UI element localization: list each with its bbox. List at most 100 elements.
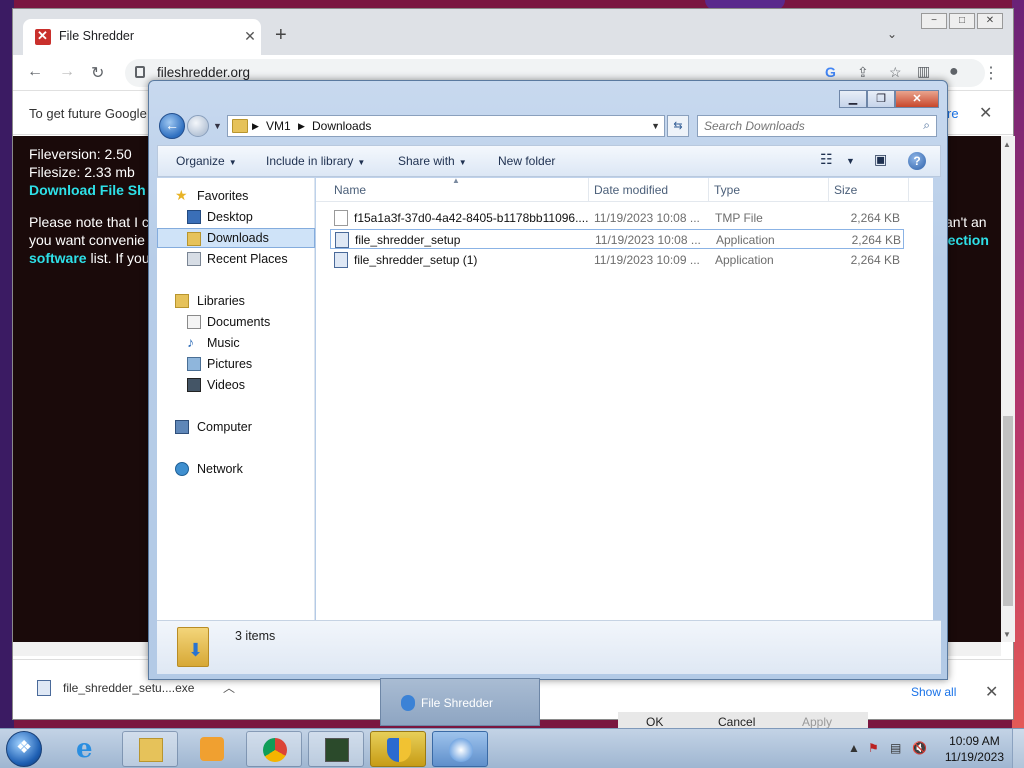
apply-button[interactable]: Apply — [802, 715, 832, 729]
nav-pictures[interactable]: Pictures — [157, 354, 315, 374]
lock-icon[interactable] — [135, 66, 145, 78]
file-row[interactable]: f15a1a3f-37d0-4a42-8405-b1178bb11096....… — [330, 208, 904, 228]
column-header-type[interactable]: Type — [714, 183, 740, 197]
nav-videos[interactable]: Videos — [157, 375, 315, 395]
minimize-button[interactable]: − — [921, 13, 947, 29]
profile-avatar-icon[interactable]: ● — [949, 63, 959, 81]
show-all-button[interactable]: Show all — [911, 685, 956, 699]
column-header-size[interactable]: Size — [834, 183, 857, 197]
clock[interactable]: 10:09 AM 11/19/2023 — [945, 733, 1004, 765]
breadcrumb-separator-icon[interactable]: ▶ — [252, 121, 259, 132]
preview-pane-icon[interactable]: ▣ — [874, 151, 887, 168]
search-box[interactable]: ⌕ — [697, 115, 937, 137]
maximize-button[interactable]: □ — [949, 13, 975, 29]
file-type: Application — [715, 253, 774, 267]
file-row[interactable]: file_shredder_setup 11/19/2023 10:08 ...… — [330, 229, 904, 249]
site-favicon-icon — [35, 28, 51, 45]
side-panel-icon[interactable]: ▥ — [917, 63, 930, 80]
menu-kebab-icon[interactable]: ⋮ — [983, 63, 999, 83]
forward-arrow-icon[interactable] — [187, 115, 209, 137]
view-options-chevron-icon[interactable]: ▼ — [846, 156, 855, 166]
scroll-thumb[interactable] — [1003, 416, 1013, 606]
file-row[interactable]: file_shredder_setup (1) 11/19/2023 10:09… — [330, 250, 904, 270]
tab-file-shredder[interactable]: File Shredder ✕ — [23, 19, 261, 55]
search-icon[interactable]: ⌕ — [923, 118, 930, 133]
taskbar-internet-explorer[interactable]: e — [60, 731, 116, 767]
volume-muted-icon[interactable]: 🔇 — [912, 741, 927, 755]
tab-close-icon[interactable]: ✕ — [241, 28, 259, 46]
close-button[interactable]: ✕ — [977, 13, 1003, 29]
nav-libraries[interactable]: Libraries — [157, 291, 315, 311]
scroll-up-arrow-icon[interactable]: ▲ — [1003, 140, 1011, 149]
tab-search-chevron-icon[interactable]: ⌄ — [887, 27, 897, 41]
new-tab-button[interactable]: + — [275, 25, 287, 45]
breadcrumb-separator-icon[interactable]: ▶ — [298, 121, 305, 132]
protection-link-fragment[interactable]: tection — [943, 232, 989, 248]
explorer-close-button[interactable]: ✕ — [895, 90, 939, 108]
taskbar-file-shredder[interactable] — [432, 731, 488, 767]
column-divider[interactable] — [588, 178, 589, 202]
network-tray-icon[interactable]: ▤ — [890, 741, 901, 755]
chevron-down-icon: ▼ — [458, 158, 467, 167]
nav-favorites[interactable]: ★ Favorites — [157, 186, 315, 206]
google-icon[interactable]: G — [825, 64, 836, 80]
search-input[interactable] — [704, 118, 904, 134]
column-header-name[interactable]: Name — [334, 183, 366, 197]
column-divider[interactable] — [708, 178, 709, 202]
organize-menu[interactable]: Organize ▼ — [176, 154, 237, 168]
file-date: 11/19/2023 10:08 ... — [594, 211, 700, 225]
nav-network[interactable]: Network — [157, 459, 315, 479]
share-with-menu[interactable]: Share with ▼ — [398, 154, 467, 168]
scroll-down-arrow-icon[interactable]: ▼ — [1003, 630, 1011, 639]
download-filename[interactable]: file_shredder_setu....exe — [63, 681, 194, 695]
taskbar-chrome[interactable] — [246, 731, 302, 767]
forward-arrow-icon[interactable]: → — [59, 63, 75, 81]
nav-music[interactable]: ♪ Music — [157, 333, 315, 353]
nav-downloads[interactable]: Downloads — [157, 228, 315, 248]
reload-icon[interactable]: ↻ — [91, 63, 104, 83]
refresh-icon[interactable]: ⇆ — [667, 115, 689, 137]
nav-recent-places[interactable]: Recent Places — [157, 249, 315, 269]
info-bar-close-icon[interactable]: ✕ — [979, 103, 992, 123]
note-text-suffix: list. If you — [86, 250, 150, 266]
cancel-button[interactable]: Cancel — [718, 715, 755, 729]
explorer-address-bar[interactable]: ▶ VM1 ▶ Downloads ▼ — [227, 115, 665, 137]
back-arrow-icon[interactable]: ← — [159, 113, 185, 139]
explorer-minimize-button[interactable]: ▁ — [839, 90, 867, 108]
column-header-date-modified[interactable]: Date modified — [594, 183, 668, 197]
address-dropdown-icon[interactable]: ▼ — [651, 121, 660, 131]
chevron-up-icon[interactable]: ︿ — [223, 679, 235, 696]
taskbar-task-manager[interactable] — [308, 731, 364, 767]
download-link[interactable]: Download File Sh — [29, 182, 146, 198]
show-desktop-button[interactable] — [1012, 729, 1024, 768]
software-link[interactable]: software — [29, 250, 87, 266]
info-bar-link[interactable]: re — [947, 106, 959, 121]
explorer-maximize-button[interactable]: ❐ — [867, 90, 895, 108]
page-vertical-scrollbar[interactable]: ▲ ▼ — [1001, 136, 1015, 642]
taskbar-thumbnail-preview[interactable]: File Shredder — [380, 678, 540, 726]
taskbar-media-player[interactable] — [184, 731, 240, 767]
change-view-icon[interactable]: ☷ — [820, 151, 833, 168]
help-icon[interactable]: ? — [908, 152, 926, 170]
share-icon[interactable]: ⇪ — [857, 64, 869, 81]
include-in-library-menu[interactable]: Include in library ▼ — [266, 154, 365, 168]
taskbar-security-prompt[interactable] — [370, 731, 426, 767]
breadcrumb-vm1[interactable]: VM1 — [266, 119, 291, 133]
breadcrumb-downloads[interactable]: Downloads — [312, 119, 371, 133]
url-text[interactable]: fileshredder.org — [157, 65, 250, 80]
back-arrow-icon[interactable]: ← — [27, 63, 43, 81]
column-divider[interactable] — [908, 178, 909, 202]
action-center-flag-icon[interactable]: ⚑ — [868, 741, 879, 755]
download-shelf-close-icon[interactable]: ✕ — [985, 682, 998, 702]
column-divider[interactable] — [828, 178, 829, 202]
recent-locations-chevron-icon[interactable]: ▼ — [213, 121, 222, 131]
taskbar-windows-explorer[interactable] — [122, 731, 178, 767]
nav-desktop[interactable]: Desktop — [157, 207, 315, 227]
ok-button[interactable]: OK — [646, 715, 663, 729]
new-folder-button[interactable]: New folder — [498, 154, 555, 168]
nav-documents[interactable]: Documents — [157, 312, 315, 332]
show-hidden-icons-icon[interactable]: ▲ — [848, 741, 860, 755]
bookmark-star-icon[interactable]: ☆ — [889, 64, 902, 81]
nav-computer[interactable]: Computer — [157, 417, 315, 437]
start-button[interactable] — [6, 731, 42, 767]
